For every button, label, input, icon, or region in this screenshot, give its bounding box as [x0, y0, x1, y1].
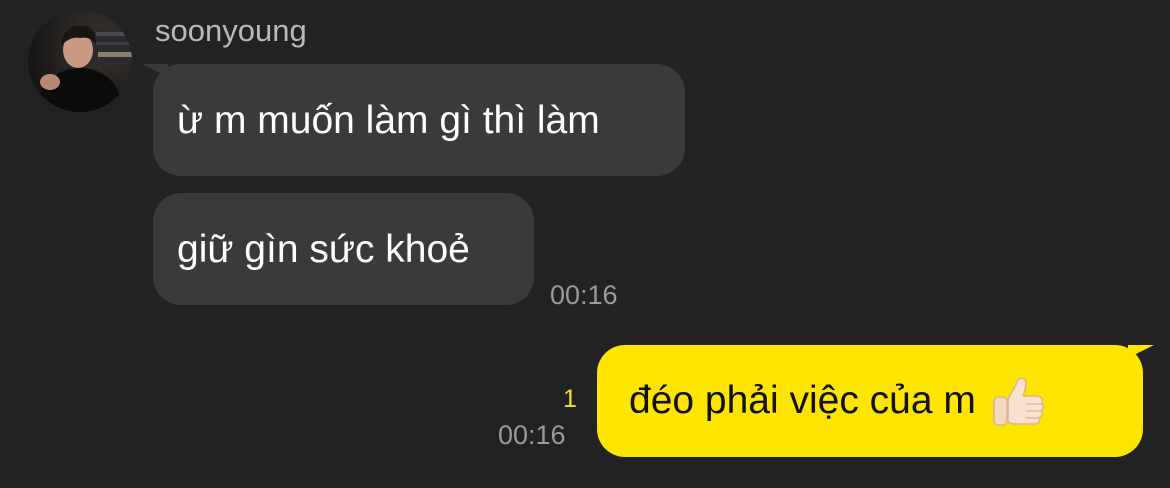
incoming-message-bubble[interactable]: ừ m muốn làm gì thì làm	[153, 64, 685, 176]
unread-count: 1	[563, 385, 577, 413]
message-text: giữ gìn sức khoẻ	[177, 227, 470, 271]
thumbs-up-icon	[990, 372, 1048, 430]
message-text: ừ m muốn làm gì thì làm	[177, 98, 600, 142]
outgoing-timestamp: 00:16	[498, 420, 566, 450]
outgoing-message-bubble[interactable]: đéo phải việc của m	[597, 345, 1143, 457]
incoming-message-bubble[interactable]: giữ gìn sức khoẻ	[153, 193, 534, 305]
sender-name: soonyoung	[155, 13, 307, 48]
message-text: đéo phải việc của m	[629, 379, 976, 422]
sender-avatar[interactable]	[28, 10, 132, 112]
incoming-timestamp: 00:16	[550, 280, 618, 310]
avatar-photo	[28, 10, 132, 112]
